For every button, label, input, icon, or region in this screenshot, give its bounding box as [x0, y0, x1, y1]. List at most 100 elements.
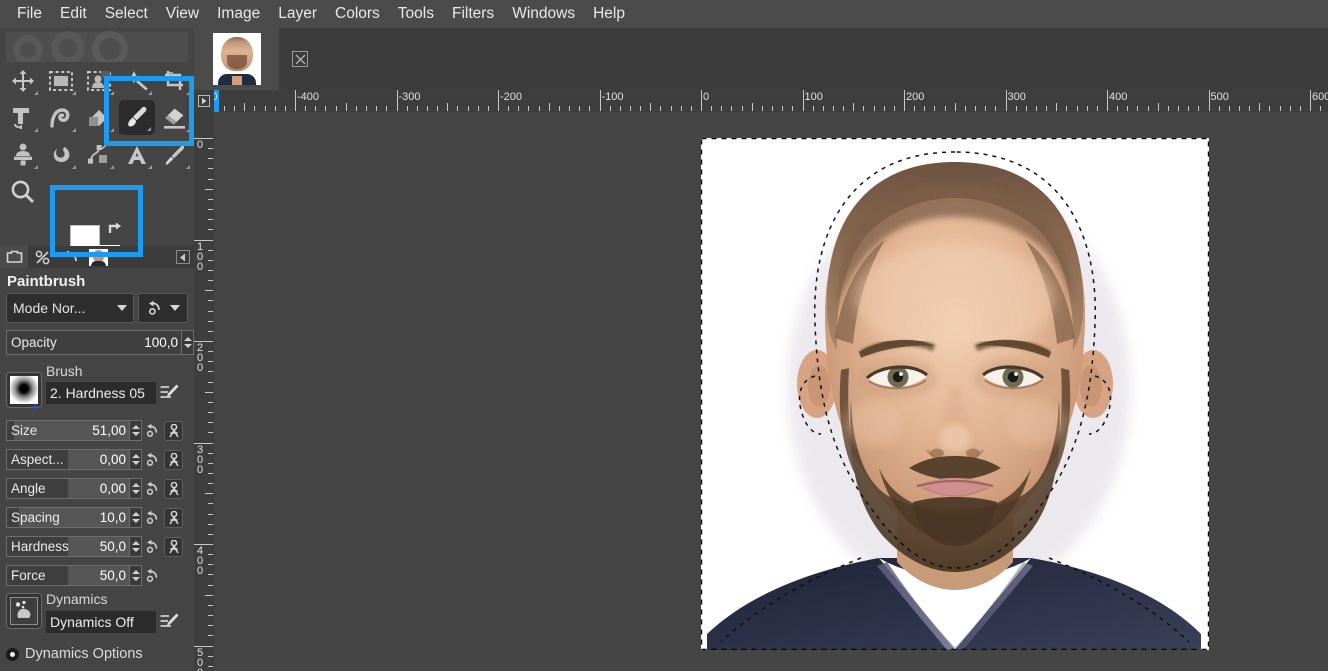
- paths-tool[interactable]: [80, 136, 118, 173]
- ruler-label-v: 100: [197, 242, 206, 272]
- ruler-tick-minor: [813, 106, 814, 111]
- rectangle-select-tool[interactable]: [42, 62, 80, 99]
- hardness-link-dynamics-button[interactable]: [164, 537, 183, 557]
- opacity-stepper[interactable]: [182, 330, 194, 355]
- angle-slider[interactable]: Angle0,00: [6, 478, 130, 499]
- close-tab-icon[interactable]: [292, 51, 308, 67]
- menu-file[interactable]: File: [8, 3, 51, 26]
- menu-filters[interactable]: Filters: [443, 3, 503, 26]
- size-reset-icon[interactable]: [142, 423, 162, 438]
- brush-name-field[interactable]: 2. Hardness 05: [46, 382, 156, 404]
- unified-transform-tool[interactable]: [4, 99, 42, 136]
- menu-layer[interactable]: Layer: [269, 3, 326, 26]
- spacing-reset-icon[interactable]: [142, 510, 162, 525]
- canvas-viewport[interactable]: [214, 112, 1328, 671]
- bucket-fill-tool[interactable]: [80, 99, 118, 136]
- ruler-tick-minor-v: [208, 656, 213, 657]
- tab-images[interactable]: [84, 246, 112, 268]
- spacing-stepper[interactable]: [130, 507, 142, 528]
- paintbrush-tool[interactable]: [119, 100, 155, 135]
- zoom-tool[interactable]: [4, 173, 42, 210]
- collapse-left-icon[interactable]: [176, 250, 190, 264]
- image-tab-portrait[interactable]: [194, 28, 279, 90]
- menu-tools[interactable]: Tools: [389, 3, 443, 26]
- aspect-ratio-link-dynamics-button[interactable]: [164, 450, 183, 470]
- slider-row-spacing: Spacing10,0: [6, 507, 194, 528]
- paint-mode-label: Mode Nor...: [13, 300, 113, 316]
- foreground-select-tool[interactable]: [80, 62, 118, 99]
- hardness-value: 50,0: [100, 539, 129, 554]
- size-slider[interactable]: Size51,00: [6, 420, 130, 441]
- size-link-dynamics-button[interactable]: [164, 421, 183, 441]
- ruler-tick-minor: [1127, 106, 1128, 111]
- size-stepper[interactable]: [130, 420, 142, 441]
- hardness-slider[interactable]: Hardness50,0: [6, 536, 130, 557]
- warp-transform-tool[interactable]: [42, 99, 80, 136]
- hardness-reset-icon[interactable]: [142, 539, 162, 554]
- tab-tool-options[interactable]: [0, 246, 28, 268]
- ink-tool[interactable]: [156, 136, 194, 173]
- menu-help[interactable]: Help: [584, 3, 634, 26]
- angle-stepper[interactable]: [130, 478, 142, 499]
- edit-dynamics-icon[interactable]: [160, 613, 179, 633]
- aspect-ratio-reset-icon[interactable]: [142, 452, 162, 467]
- tab-device-status[interactable]: [28, 246, 56, 268]
- crop-tool[interactable]: [156, 62, 194, 99]
- menu-colors[interactable]: Colors: [326, 3, 389, 26]
- ruler-tick-minor: [549, 103, 550, 111]
- fuzzy-select-tool[interactable]: [118, 62, 156, 99]
- ruler-origin-button[interactable]: [194, 90, 214, 112]
- text-tool[interactable]: [118, 136, 156, 173]
- hardness-stepper[interactable]: [130, 536, 142, 557]
- move-tool[interactable]: [4, 62, 42, 99]
- edit-brush-icon[interactable]: [160, 384, 179, 404]
- ruler-tick-minor-v: [208, 615, 213, 616]
- tab-undo-history[interactable]: [56, 246, 84, 268]
- angle-link-dynamics-button[interactable]: [164, 479, 183, 499]
- clone-tool[interactable]: [4, 136, 42, 173]
- ruler-tick-minor-v: [208, 371, 213, 372]
- dynamics-section-label: Dynamics: [46, 591, 107, 607]
- ruler-tick-minor: [894, 106, 895, 111]
- tool-group-triangle-icon: [34, 165, 38, 169]
- ruler-tick-minor: [1219, 106, 1220, 111]
- menu-windows[interactable]: Windows: [503, 3, 584, 26]
- dynamics-preview[interactable]: [6, 593, 42, 629]
- swap-colors-icon[interactable]: [108, 221, 126, 242]
- image-canvas[interactable]: [701, 138, 1209, 650]
- menu-edit[interactable]: Edit: [51, 3, 96, 26]
- paint-mode-dropdown[interactable]: Mode Nor...: [6, 293, 134, 323]
- ruler-tick-minor-v: [208, 473, 213, 474]
- dynamics-name-field[interactable]: Dynamics Off: [46, 611, 156, 633]
- ruler-label: -300: [399, 91, 421, 103]
- ruler-tick-minor: [1087, 106, 1088, 111]
- brush-preview[interactable]: [6, 372, 42, 408]
- ruler-label-v: 400: [197, 546, 206, 576]
- ruler-tick-minor: [356, 106, 357, 111]
- ruler-tick-minor-v: [208, 331, 213, 332]
- ruler-label-v: 300: [197, 445, 206, 475]
- force-stepper[interactable]: [130, 565, 142, 586]
- slider-row-size: Size51,00: [6, 420, 194, 441]
- aspect-ratio-slider[interactable]: Aspect...0,00: [6, 449, 130, 470]
- reset-options-dropdown[interactable]: [138, 293, 188, 323]
- force-reset-icon[interactable]: [142, 568, 162, 583]
- ruler-tick-minor: [579, 106, 580, 111]
- aspect-ratio-stepper[interactable]: [130, 449, 142, 470]
- eraser-tool[interactable]: [156, 99, 194, 136]
- smudge-tool[interactable]: [42, 136, 80, 173]
- menu-select[interactable]: Select: [96, 3, 157, 26]
- horizontal-ruler[interactable]: -500-400-300-200-1000100200300400500600: [214, 90, 1328, 112]
- opacity-slider[interactable]: Opacity 100,0: [6, 330, 182, 355]
- spacing-link-dynamics-button[interactable]: [164, 508, 183, 528]
- tool-group-triangle-icon: [34, 128, 38, 132]
- ruler-tick-minor: [924, 106, 925, 111]
- ruler-label: 400: [1109, 91, 1127, 103]
- menu-image[interactable]: Image: [208, 3, 269, 26]
- dynamics-options-expander[interactable]: Dynamics Options: [6, 646, 143, 662]
- vertical-ruler[interactable]: 0100200300400500: [194, 112, 214, 671]
- force-slider[interactable]: Force50,0: [6, 565, 130, 586]
- menu-view[interactable]: View: [157, 3, 208, 26]
- angle-reset-icon[interactable]: [142, 481, 162, 496]
- spacing-slider[interactable]: Spacing10,0: [6, 507, 130, 528]
